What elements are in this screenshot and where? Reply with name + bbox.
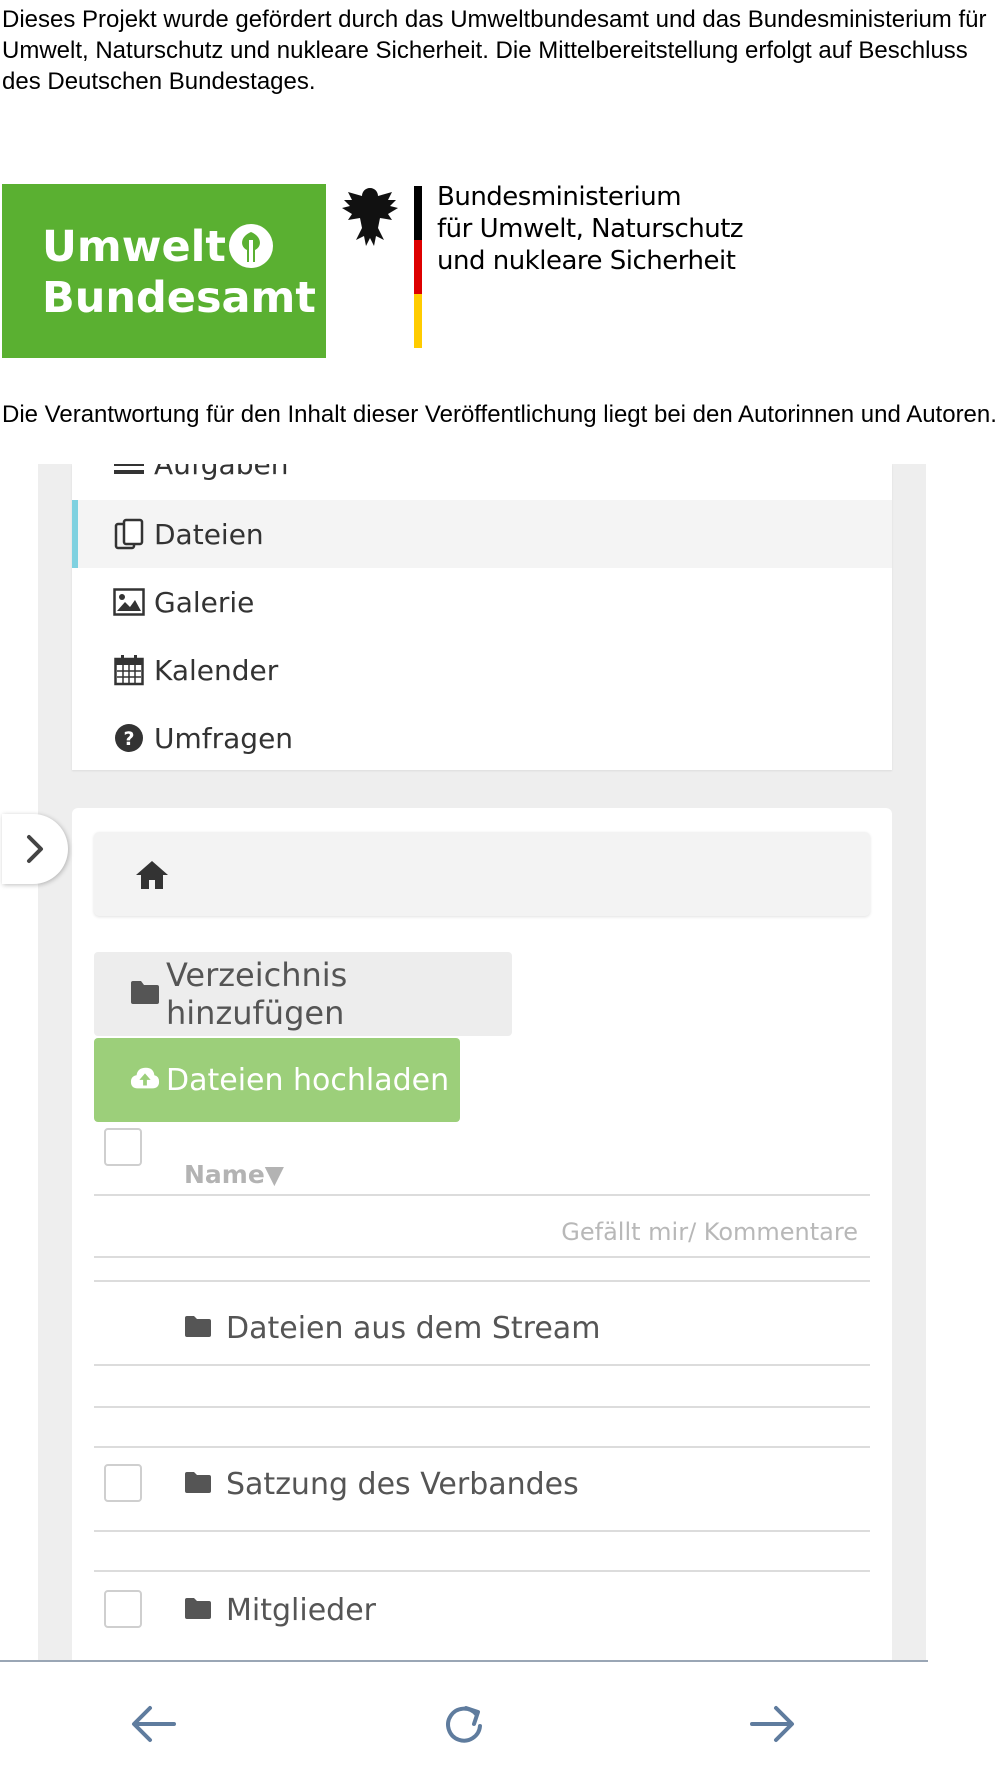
select-all-checkbox[interactable]: [104, 1128, 142, 1166]
reload-icon[interactable]: [436, 1696, 492, 1752]
menu-item-label: Aufgaben: [154, 464, 289, 481]
name-column-header[interactable]: Name▼: [184, 1160, 284, 1189]
app-screenshot: Aufgaben Dateien Galerie Kalender ? Umfr…: [38, 464, 926, 1660]
svg-text:?: ?: [123, 728, 134, 750]
divider: [94, 1570, 870, 1572]
divider: [94, 1530, 870, 1532]
federal-eagle-icon: [342, 188, 398, 246]
folder-icon: [184, 1314, 214, 1342]
folder-row-mitglieder[interactable]: Mitglieder: [184, 1590, 376, 1630]
divider: [94, 1406, 870, 1408]
divider: [94, 1446, 870, 1448]
menu-item-galerie[interactable]: Galerie: [72, 568, 892, 636]
umweltbundesamt-logo: Umwelt Bundesamt: [2, 184, 326, 358]
divider: [94, 1194, 870, 1196]
folder-name: Satzung des Verbandes: [226, 1466, 579, 1502]
calendar-icon: [112, 653, 146, 687]
forward-arrow-icon[interactable]: [744, 1696, 800, 1752]
menu-item-dateien[interactable]: Dateien: [72, 500, 892, 568]
menu-item-label: Kalender: [154, 653, 279, 687]
add-folder-label: Verzeichnis hinzufügen: [166, 956, 348, 1032]
bmu-logo-line1: Bundesministerium: [437, 182, 682, 212]
upload-files-button[interactable]: Dateien hochladen: [94, 1038, 460, 1122]
breadcrumb: [94, 832, 870, 916]
home-icon[interactable]: [134, 858, 170, 892]
menu-item-label: Galerie: [154, 585, 255, 619]
cloud-upload-icon: [130, 1065, 160, 1095]
bmu-logo-text: Bundesministerium für Umwelt, Naturschut…: [437, 181, 744, 277]
menu-item-umfragen[interactable]: ? Umfragen: [72, 704, 892, 772]
uba-emblem-icon: [229, 224, 273, 268]
menu-item-kalender[interactable]: Kalender: [72, 636, 892, 704]
files-panel: Verzeichnis hinzufügen Dateien hochladen…: [72, 808, 892, 1660]
divider: [94, 1280, 870, 1282]
responsibility-notice: Die Verantwortung für den Inhalt dieser …: [2, 401, 997, 428]
bmu-logo-line2: für Umwelt, Naturschutz: [437, 214, 744, 244]
tasks-icon: [112, 464, 146, 481]
folder-icon: [130, 979, 160, 1009]
files-icon: [112, 517, 146, 551]
uba-logo-line2: Bundesamt: [42, 273, 316, 323]
menu-item-label: Umfragen: [154, 721, 294, 755]
chevron-right-icon: [27, 835, 43, 863]
folder-name: Mitglieder: [226, 1592, 376, 1628]
browser-nav-bar: [0, 1660, 928, 1780]
question-circle-icon: ?: [112, 721, 146, 755]
folder-name: Dateien aus dem Stream: [226, 1310, 601, 1346]
upload-files-label: Dateien hochladen: [166, 1062, 450, 1098]
folder-row-satzung[interactable]: Satzung des Verbandes: [184, 1464, 579, 1504]
folder-icon: [184, 1596, 214, 1624]
space-menu: Aufgaben Dateien Galerie Kalender ? Umfr…: [72, 464, 892, 770]
menu-item-label: Dateien: [154, 517, 264, 551]
row-checkbox[interactable]: [104, 1590, 142, 1628]
german-flag-bar: [414, 186, 422, 348]
folder-icon: [184, 1470, 214, 1498]
back-arrow-icon[interactable]: [126, 1696, 182, 1752]
funding-notice: Dieses Projekt wurde gefördert durch das…: [2, 6, 987, 95]
row-checkbox[interactable]: [104, 1464, 142, 1502]
likes-comments-header: Gefällt mir/ Kommentare: [561, 1218, 858, 1246]
divider: [94, 1364, 870, 1366]
folder-row-stream[interactable]: Dateien aus dem Stream: [184, 1298, 600, 1358]
divider: [94, 1256, 870, 1258]
bmu-logo-line3: und nukleare Sicherheit: [437, 246, 736, 276]
image-icon: [112, 585, 146, 619]
menu-item-aufgaben[interactable]: Aufgaben: [72, 464, 892, 498]
add-folder-button[interactable]: Verzeichnis hinzufügen: [94, 952, 512, 1036]
